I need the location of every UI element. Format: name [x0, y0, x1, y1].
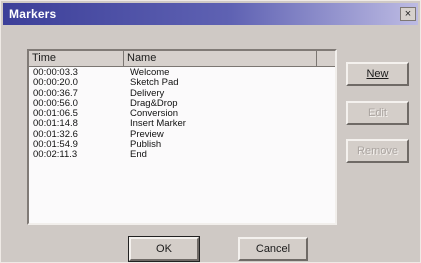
ok-button[interactable]: OK	[128, 236, 200, 262]
edit-button-label: Edit	[368, 107, 387, 119]
list-rows: 00:00:03.3 Welcome 00:00:20.0 Sketch Pad 0…	[29, 67, 335, 161]
column-header-name[interactable]: Name	[124, 51, 317, 66]
list-header: Time Name	[29, 51, 335, 67]
title-bar: Markers ×	[3, 3, 418, 25]
column-header-time[interactable]: Time	[29, 51, 124, 66]
cancel-button[interactable]: Cancel	[238, 237, 308, 261]
cancel-button-label: Cancel	[255, 243, 291, 255]
remove-button-label: Remove	[357, 145, 398, 157]
list-item[interactable]: 00:02:11.3 End	[29, 149, 335, 161]
window-title: Markers	[9, 7, 57, 21]
edit-button[interactable]: Edit	[346, 101, 409, 125]
time-cell: 00:02:11.3	[33, 149, 78, 161]
name-cell: End	[130, 149, 147, 161]
close-icon[interactable]: ×	[400, 7, 416, 21]
ok-button-label: OK	[156, 243, 172, 255]
new-button[interactable]: New	[346, 62, 409, 86]
remove-button[interactable]: Remove	[346, 139, 409, 163]
markers-dialog: Markers × Time Name 00:00:03.3 Welcome 00…	[0, 0, 421, 263]
column-header-empty	[317, 51, 335, 66]
new-button-label: New	[366, 68, 389, 80]
markers-list[interactable]: Time Name 00:00:03.3 Welcome 00:00:20.0 Sk…	[27, 49, 337, 225]
